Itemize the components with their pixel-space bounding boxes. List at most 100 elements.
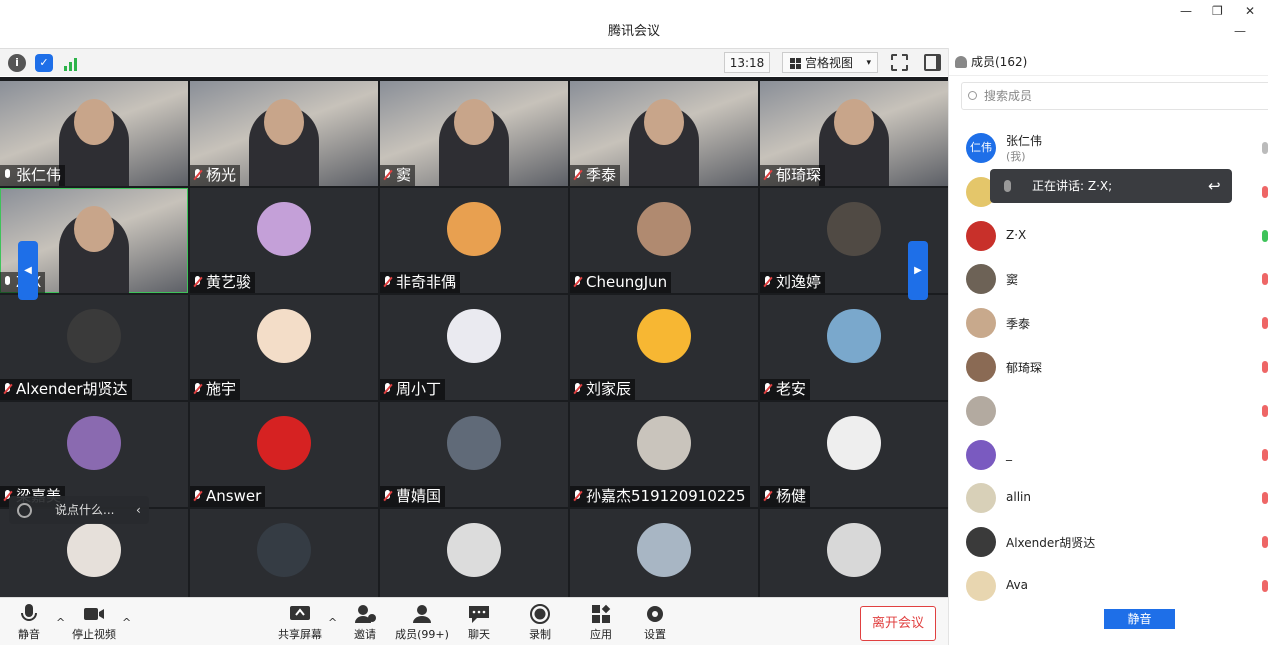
member-name: 郁琦琛 <box>1006 361 1043 375</box>
mic-muted-icon[interactable] <box>1262 185 1268 198</box>
stop-video-button[interactable]: 停止视频 <box>70 604 118 642</box>
fullscreen-icon[interactable] <box>891 54 908 71</box>
mic-options-chevron[interactable]: ^ <box>56 616 65 629</box>
mute-button[interactable]: 静音 <box>12 604 46 642</box>
collapse-icon[interactable]: ‹ <box>136 496 141 524</box>
participant-name-tag: 黄艺骏 <box>190 272 256 293</box>
member-list-item[interactable]: Alxender胡贤达 <box>966 522 1268 562</box>
mic-muted-icon[interactable] <box>1262 536 1268 549</box>
video-tile[interactable] <box>760 509 948 597</box>
participant-name-tag: 施宇 <box>190 379 241 400</box>
video-tile[interactable] <box>190 509 378 597</box>
video-tile[interactable]: 季泰 <box>570 81 758 186</box>
camera-icon <box>84 608 104 620</box>
record-button[interactable]: 录制 <box>527 604 553 642</box>
panel-minimize-button[interactable]: — <box>1234 24 1246 38</box>
member-list-item[interactable] <box>966 391 1268 431</box>
member-list-item[interactable]: _ <box>966 435 1268 475</box>
mic-muted-icon[interactable] <box>1262 317 1268 330</box>
chat-icon <box>469 606 489 623</box>
video-tile[interactable] <box>380 509 568 597</box>
video-tile[interactable]: CheungJun <box>570 188 758 293</box>
video-tile[interactable]: 非奇非偶 <box>380 188 568 293</box>
participant-name: Answer <box>206 487 262 505</box>
video-tile[interactable]: 杨光 <box>190 81 378 186</box>
apps-label: 应用 <box>590 628 612 641</box>
share-screen-button[interactable]: 共享屏幕 <box>276 604 324 642</box>
mic-muted-icon <box>573 383 583 396</box>
mic-muted-icon[interactable] <box>1262 404 1268 417</box>
invite-button[interactable]: 邀请 <box>350 604 380 642</box>
shield-icon[interactable]: ✓ <box>35 54 53 72</box>
grid-view-button[interactable]: 宫格视图 ▾ <box>782 52 878 73</box>
video-tile[interactable]: 黄艺骏 <box>190 188 378 293</box>
member-list-item[interactable]: 窦 <box>966 259 1268 299</box>
mic-muted-icon[interactable] <box>1262 229 1268 242</box>
settings-button[interactable]: 设置 <box>642 604 668 642</box>
video-tile[interactable]: 周小丁 <box>380 295 568 400</box>
video-tile[interactable]: 孙嘉杰519120910225 <box>570 402 758 507</box>
member-avatar <box>966 220 996 251</box>
signal-icon[interactable] <box>62 55 80 71</box>
video-tile[interactable]: 曹婧国 <box>380 402 568 507</box>
mute-all-button[interactable]: 静音 <box>1104 609 1175 629</box>
prev-page-button[interactable]: ◀ <box>18 241 38 300</box>
member-list-item[interactable]: Z·X <box>966 216 1268 256</box>
grid-icon <box>790 58 801 69</box>
member-avatar: 仁伟 <box>966 133 996 163</box>
sidebar-toggle-icon[interactable] <box>924 54 941 71</box>
chat-button[interactable]: 聊天 <box>466 604 492 642</box>
participant-avatar <box>257 309 311 363</box>
microphone-icon <box>1004 180 1011 192</box>
video-tile[interactable]: 梁嘉美 <box>0 402 188 507</box>
video-tile[interactable]: 窦 <box>380 81 568 186</box>
member-list-item[interactable]: allin <box>966 478 1268 518</box>
panel-header: 成员(162) <box>949 48 1268 76</box>
search-members-input[interactable]: 搜索成员 <box>961 82 1268 110</box>
mic-muted-icon[interactable] <box>1262 580 1268 592</box>
chat-placeholder[interactable]: 说点什么... <box>55 496 114 524</box>
mic-muted-icon[interactable] <box>1262 492 1268 505</box>
video-tile[interactable]: 杨健 <box>760 402 948 507</box>
member-list-item[interactable]: 郁琦琛 <box>966 347 1268 387</box>
mic-muted-icon[interactable] <box>1262 273 1268 286</box>
reply-icon[interactable]: ↩ <box>1208 169 1221 203</box>
microphone-icon[interactable] <box>1262 142 1268 154</box>
video-tile[interactable]: 张仁伟 <box>0 81 188 186</box>
video-tile[interactable]: 老安 <box>760 295 948 400</box>
participant-name-tag: 杨健 <box>760 486 811 507</box>
video-options-chevron[interactable]: ^ <box>122 616 131 629</box>
share-options-chevron[interactable]: ^ <box>328 616 337 629</box>
participant-name: 老安 <box>776 380 807 398</box>
mic-muted-icon[interactable] <box>1262 448 1268 461</box>
info-icon[interactable]: i <box>8 54 26 72</box>
participant-name: 郁琦琛 <box>776 166 822 184</box>
video-tile[interactable]: Answer <box>190 402 378 507</box>
video-tile[interactable] <box>570 509 758 597</box>
emoji-icon[interactable] <box>17 503 32 518</box>
member-list-item[interactable]: 仁伟 张仁伟 (我) <box>966 128 1268 168</box>
next-page-button[interactable]: ▶ <box>908 241 928 300</box>
apps-button[interactable]: 应用 <box>588 604 614 642</box>
record-label: 录制 <box>529 628 551 641</box>
me-note: (我) <box>1006 150 1026 163</box>
participant-avatar <box>637 202 691 256</box>
members-button[interactable]: 成员(99+) <box>394 604 450 642</box>
participant-name-tag: Answer <box>190 486 266 507</box>
share-label: 共享屏幕 <box>278 628 322 641</box>
leave-meeting-button[interactable]: 离开会议 <box>860 606 936 641</box>
member-list-item[interactable]: Ava <box>966 566 1268 606</box>
participant-avatar <box>447 309 501 363</box>
share-screen-icon <box>290 606 310 620</box>
search-icon <box>968 91 977 100</box>
participant-face <box>454 99 494 145</box>
member-avatar <box>966 308 996 339</box>
video-tile[interactable]: 刘家辰 <box>570 295 758 400</box>
video-tile[interactable]: 郁琦琛 <box>760 81 948 186</box>
chat-input-bar[interactable]: 说点什么... ‹ <box>9 496 149 524</box>
video-tile[interactable]: 施宇 <box>190 295 378 400</box>
participant-name: 施宇 <box>206 380 237 398</box>
member-list-item[interactable]: 季泰 <box>966 303 1268 343</box>
mic-muted-icon[interactable] <box>1262 361 1268 373</box>
video-tile[interactable]: Alxender胡贤达 <box>0 295 188 400</box>
